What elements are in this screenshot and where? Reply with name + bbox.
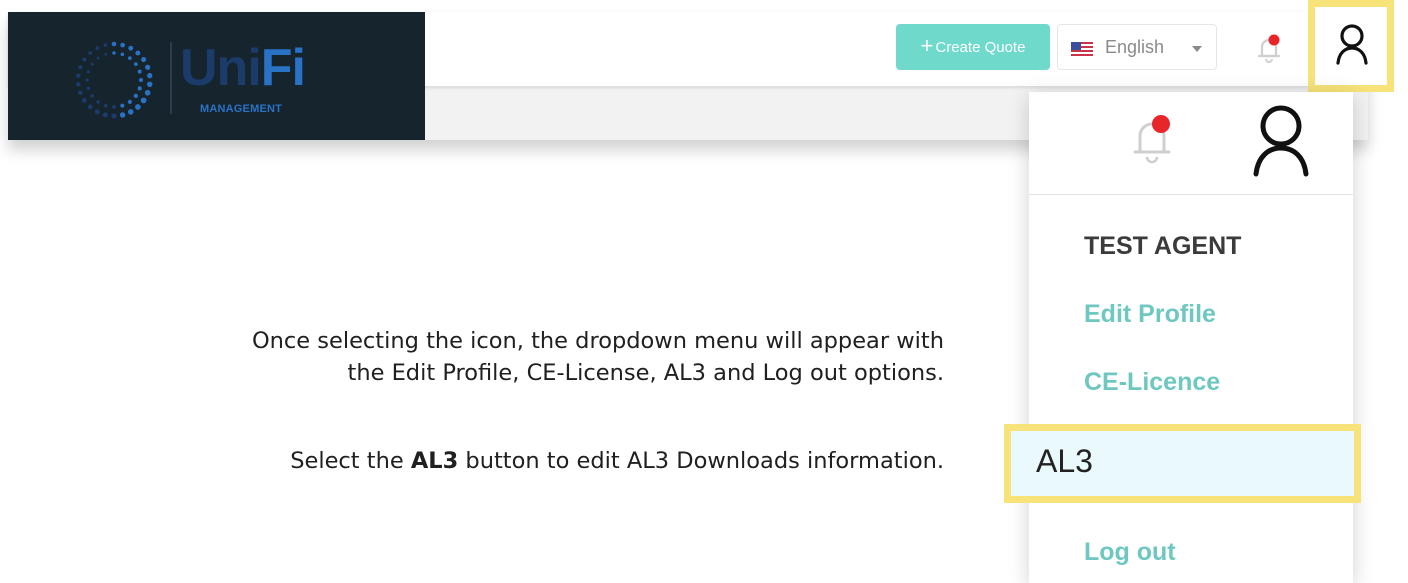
dropdown-user-name: TEST AGENT bbox=[1084, 232, 1242, 260]
logo-dot bbox=[127, 109, 134, 115]
logo-dot bbox=[138, 77, 144, 83]
logo-dot bbox=[78, 65, 83, 70]
instruction-line-3: Select the AL3 button to edit AL3 Downlo… bbox=[290, 445, 944, 477]
logo[interactable]: UniFi MANAGEMENT bbox=[8, 12, 425, 140]
logo-dot bbox=[146, 81, 153, 88]
logo-dot bbox=[120, 103, 125, 108]
dropdown-header bbox=[1029, 92, 1353, 195]
chevron-down-icon bbox=[1192, 46, 1202, 52]
logo-dot bbox=[76, 73, 81, 78]
logo-dot bbox=[137, 86, 142, 91]
plus-icon: + bbox=[920, 33, 934, 58]
logo-divider bbox=[170, 42, 172, 114]
logo-dot bbox=[90, 62, 94, 66]
logo-dot bbox=[140, 97, 147, 104]
logo-dot bbox=[120, 42, 125, 48]
logo-dot bbox=[133, 93, 139, 99]
logo-dot bbox=[76, 82, 81, 87]
logo-dot bbox=[135, 50, 141, 56]
al3-menu-item[interactable]: AL3 bbox=[1004, 424, 1361, 503]
instruction-prefix: Select the bbox=[290, 448, 411, 474]
logo-dot bbox=[137, 69, 142, 74]
logo-brand-right: Fi bbox=[260, 39, 306, 97]
user-icon[interactable] bbox=[1251, 102, 1311, 178]
instruction-line-2: the Edit Profile, CE-License, AL3 and Lo… bbox=[347, 360, 944, 386]
logo-dot bbox=[141, 56, 147, 63]
logo-dot bbox=[128, 45, 134, 51]
logo-dot bbox=[90, 94, 94, 98]
logo-dot bbox=[104, 52, 108, 56]
edit-profile-link[interactable]: Edit Profile bbox=[1084, 300, 1216, 329]
logo-dot bbox=[111, 113, 117, 119]
logo-dot bbox=[94, 109, 100, 115]
log-out-link[interactable]: Log out bbox=[1084, 538, 1176, 567]
logo-dot bbox=[128, 56, 132, 61]
logo-dot bbox=[86, 86, 91, 91]
logo-dot bbox=[145, 64, 151, 70]
logo-brand-left: Uni bbox=[180, 39, 262, 97]
create-quote-label: Create Quote bbox=[935, 38, 1026, 56]
logo-dot bbox=[144, 89, 151, 96]
bell-icon[interactable] bbox=[1251, 30, 1287, 66]
logo-dot bbox=[96, 99, 100, 104]
logo-dots-icon bbox=[76, 41, 153, 119]
logo-dot bbox=[120, 52, 125, 57]
logo-dot bbox=[133, 62, 138, 67]
logo-dot bbox=[112, 105, 116, 109]
logo-dot bbox=[78, 90, 83, 96]
logo-dot bbox=[82, 57, 87, 62]
instruction-bold-al3: AL3 bbox=[410, 448, 459, 474]
logo-dot bbox=[82, 98, 87, 103]
logo-subtitle: MANAGEMENT bbox=[200, 103, 283, 115]
logo-dot bbox=[135, 104, 141, 110]
logo-dot bbox=[102, 112, 108, 118]
logo-dot bbox=[147, 72, 153, 79]
logo-dot bbox=[103, 103, 108, 108]
user-menu-button[interactable] bbox=[1308, 0, 1394, 92]
instruction-suffix: button to edit AL3 Downloads information… bbox=[458, 448, 944, 474]
logo-wordmark: UniFi bbox=[180, 39, 306, 97]
logo-dot bbox=[111, 41, 117, 47]
language-select[interactable]: English bbox=[1057, 24, 1217, 70]
logo-dot bbox=[103, 43, 108, 47]
logo-dot bbox=[88, 51, 93, 56]
us-flag-icon bbox=[1071, 42, 1093, 56]
logo-dot bbox=[85, 78, 89, 82]
logo-dot bbox=[127, 99, 132, 104]
logo-dot bbox=[86, 70, 90, 74]
logo-dot bbox=[87, 104, 93, 110]
create-quote-button[interactable]: + Create Quote bbox=[896, 24, 1050, 70]
ce-licence-link[interactable]: CE-Licence bbox=[1084, 368, 1220, 397]
user-dropdown-menu: TEST AGENT Edit Profile CE-Licence Log o… bbox=[1029, 92, 1353, 583]
language-label: English bbox=[1105, 37, 1165, 57]
logo-dot bbox=[112, 51, 116, 55]
user-icon bbox=[1336, 24, 1368, 65]
logo-dot bbox=[119, 112, 126, 118]
bell-icon[interactable] bbox=[1121, 106, 1183, 170]
logo-dot bbox=[96, 56, 100, 60]
logo-dot bbox=[95, 46, 100, 51]
al3-label: AL3 bbox=[1036, 443, 1093, 479]
instruction-line-1: Once selecting the icon, the dropdown me… bbox=[251, 328, 944, 354]
